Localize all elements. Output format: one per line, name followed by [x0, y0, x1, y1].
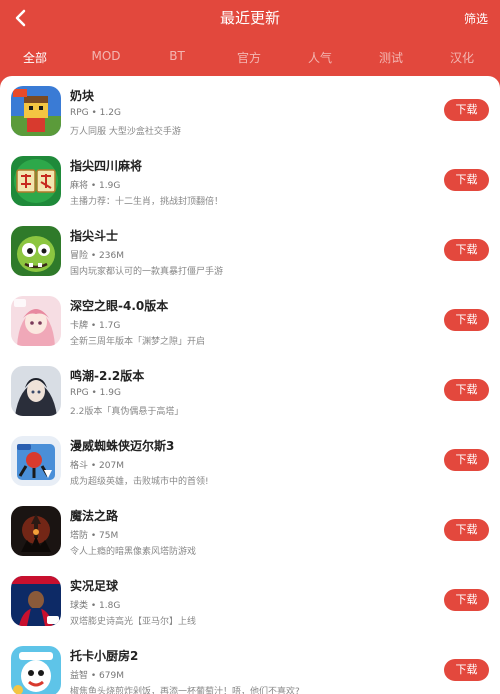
app-meta: 球类 • 1.8G — [70, 601, 121, 611]
app-list: 奶块 RPG • 1.2G 万人同服 大型沙盒社交手游 下载 指尖四川麻将 麻将… — [0, 76, 500, 694]
app-meta: RPG • 1.9G — [70, 388, 121, 398]
app-meta: 格斗 • 207M — [70, 461, 124, 471]
app-description: 令人上瘾的暗黑像素风塔防游戏 — [70, 547, 197, 557]
mahjong-icon — [11, 156, 61, 206]
app-name: 指尖四川麻将 — [70, 159, 143, 173]
list-item[interactable]: 深空之眼-4.0版本 卡牌 • 1.7G 全新三周年版本「渊梦之隙」开启 下载 — [0, 286, 500, 356]
app-description: 椒焦鱼头烧煎炸剁饭，再添一杯葡萄汁！唔，他们不喜欢? — [70, 687, 300, 694]
app-description: 主播力荐：十二生肖，挑战封顶翻倍！ — [70, 197, 224, 207]
anime-girl-icon — [11, 296, 61, 346]
spiderman-icon — [11, 436, 61, 486]
app-meta: 益智 • 679M — [70, 671, 124, 681]
toca-kitchen-icon — [11, 646, 61, 694]
app-name: 指尖斗士 — [70, 229, 119, 243]
app-name: 奶块 — [70, 89, 95, 103]
list-item[interactable]: 鸣潮-2.2版本 RPG • 1.9G 2.2版本「真伪偶悬于高塔」 下载 — [0, 356, 500, 426]
wuthering-icon — [11, 366, 61, 416]
app-name: 漫威蜘蛛侠迈尔斯3 — [70, 439, 175, 453]
app-meta: 麻将 • 1.9G — [70, 181, 121, 191]
list-item[interactable]: 托卡小厨房2 益智 • 679M 椒焦鱼头烧煎炸剁饭，再添一杯葡萄汁！唔，他们不… — [0, 636, 500, 694]
list-item[interactable]: 实况足球 球类 • 1.8G 双塔膨史诗高光【亚马尔】上线 下载 — [0, 566, 500, 636]
app-name: 鸣潮-2.2版本 — [70, 369, 145, 383]
tab-mod[interactable]: MOD — [91, 49, 120, 63]
tab-official[interactable]: 官方 — [237, 49, 261, 66]
app-meta: 卡牌 • 1.7G — [70, 321, 121, 331]
download-button[interactable]: 下载 — [444, 659, 489, 681]
list-item[interactable]: 指尖斗士 冒险 • 236M 国内玩家都认可的一款真暴打僵尸手游 下载 — [0, 216, 500, 286]
list-item[interactable]: 奶块 RPG • 1.2G 万人同服 大型沙盒社交手游 下载 — [0, 76, 500, 146]
top-bar: 最近更新 筛选 — [0, 0, 500, 38]
tab-popular[interactable]: 人气 — [308, 49, 332, 66]
app-meta: 塔防 • 75M — [70, 531, 119, 541]
efootball-icon — [11, 576, 61, 626]
zombie-icon — [11, 226, 61, 276]
app-name: 托卡小厨房2 — [70, 649, 139, 663]
download-button[interactable]: 下载 — [444, 589, 489, 611]
app-description: 国内玩家都认可的一款真暴打僵尸手游 — [70, 267, 224, 277]
download-button[interactable]: 下载 — [444, 99, 489, 121]
list-item[interactable]: 魔法之路 塔防 • 75M 令人上瘾的暗黑像素风塔防游戏 下载 — [0, 496, 500, 566]
naikuai-icon — [11, 86, 61, 136]
page-title: 最近更新 — [219, 9, 280, 27]
app-description: 双塔膨史诗高光【亚马尔】上线 — [70, 617, 197, 627]
app-meta: 冒险 • 236M — [70, 251, 124, 261]
tab-all[interactable]: 全部 — [23, 49, 47, 66]
download-button[interactable]: 下载 — [444, 449, 489, 471]
app-description: 全新三周年版本「渊梦之隙」开启 — [70, 337, 206, 347]
tab-test[interactable]: 测试 — [379, 49, 403, 66]
download-button[interactable]: 下载 — [444, 379, 489, 401]
app-description: 万人同服 大型沙盒社交手游 — [70, 127, 181, 137]
dark-castle-icon — [11, 506, 61, 556]
download-button[interactable]: 下载 — [444, 239, 489, 261]
download-button[interactable]: 下载 — [444, 519, 489, 541]
tab-chinese[interactable]: 汉化 — [450, 49, 474, 66]
list-item[interactable]: 指尖四川麻将 麻将 • 1.9G 主播力荐：十二生肖，挑战封顶翻倍！ 下载 — [0, 146, 500, 216]
app-name: 实况足球 — [70, 579, 119, 593]
tab-bt[interactable]: BT — [169, 49, 185, 63]
app-name: 深空之眼-4.0版本 — [70, 299, 169, 313]
list-item[interactable]: 漫威蜘蛛侠迈尔斯3 格斗 • 207M 成为超级英雄，击败城市中的首领! 下载 — [0, 426, 500, 496]
download-button[interactable]: 下载 — [444, 169, 489, 191]
app-name: 魔法之路 — [70, 509, 119, 523]
app-description: 2.2版本「真伪偶悬于高塔」 — [70, 407, 184, 417]
filter-button[interactable]: 筛选 — [464, 10, 488, 27]
app-description: 成为超级英雄，击败城市中的首领! — [70, 477, 209, 487]
download-button[interactable]: 下载 — [444, 309, 489, 331]
app-meta: RPG • 1.2G — [70, 108, 121, 118]
category-tabs: 全部 MOD BT 官方 人气 测试 汉化 — [0, 38, 500, 76]
